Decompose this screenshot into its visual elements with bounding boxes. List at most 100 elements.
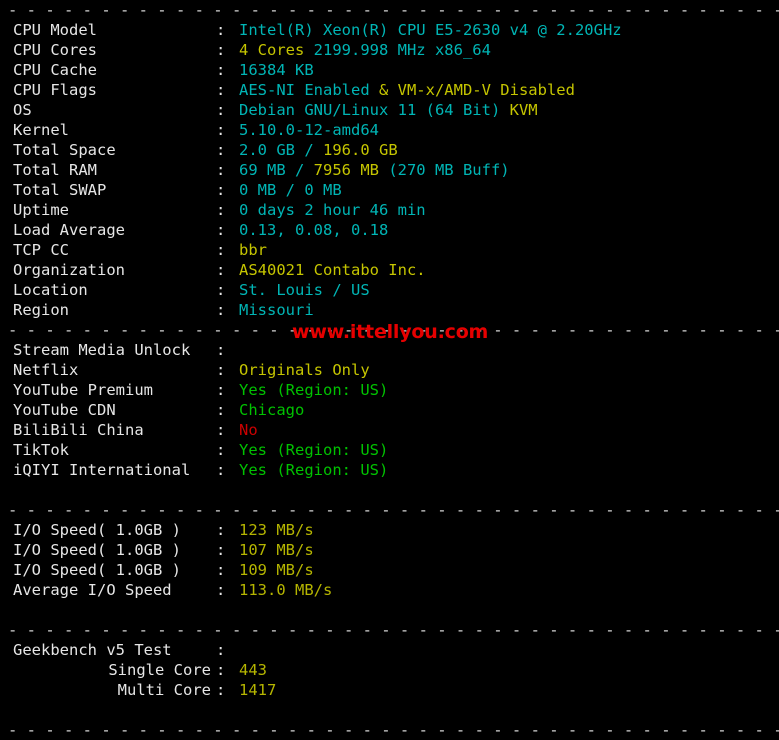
value-segment: Intel(R) Xeon(R) CPU E5-2630 v4 @ 2.20GH…: [239, 21, 622, 39]
info-row: Total Space:2.0 GB / 196.0 GB: [0, 140, 779, 160]
value-segment: & VM-x/AMD-V Disabled: [378, 81, 575, 99]
info-row: TikTok: Yes (Region: US): [0, 440, 779, 460]
info-row-value: [239, 340, 779, 360]
info-row-label: TCP CC: [13, 241, 69, 259]
info-row: Single Core:443: [0, 660, 779, 680]
info-row-label: Multi Core: [117, 681, 211, 699]
info-row-label: Kernel: [13, 121, 69, 139]
value-segment: 5.10.0-12-amd64: [239, 121, 379, 139]
value-segment: 69 MB /: [239, 161, 314, 179]
value-segment: No: [239, 421, 258, 439]
info-row-value: 1417: [239, 680, 779, 700]
separator-top: - - - - - - - - - - - - - - - - - - - - …: [8, 1, 779, 19]
separator-geekbench: - - - - - - - - - - - - - - - - - - - - …: [8, 621, 779, 639]
info-row-value: 2.0 GB / 196.0 GB: [239, 140, 779, 160]
info-row-value: Chicago: [239, 400, 779, 420]
info-row-colon: :: [216, 201, 226, 219]
value-segment: 196.0 GB: [323, 141, 398, 159]
info-row: Netflix: Originals Only: [0, 360, 779, 380]
value-segment: 123 MB/s: [239, 521, 314, 539]
value-segment: (270 MB Buff): [388, 161, 510, 179]
info-row-colon: :: [216, 361, 226, 379]
info-row-colon: :: [216, 441, 226, 459]
info-row: iQIYI International: Yes (Region: US): [0, 460, 779, 480]
info-row-colon: :: [216, 41, 226, 59]
value-segment: bbr: [239, 241, 267, 259]
info-row-value: Intel(R) Xeon(R) CPU E5-2630 v4 @ 2.20GH…: [239, 20, 779, 40]
info-row-label: I/O Speed( 1.0GB ): [13, 561, 181, 579]
info-row: CPU Flags: AES-NI Enabled & VM-x/AMD-V Di…: [0, 80, 779, 100]
info-row-value: 107 MB/s: [239, 540, 779, 560]
info-row-value: Yes (Region: US): [239, 380, 779, 400]
info-row-colon: :: [216, 141, 226, 159]
info-row: Load Average:0.13, 0.08, 0.18: [0, 220, 779, 240]
info-row-label: TikTok: [13, 441, 69, 459]
info-row-value: Yes (Region: US): [239, 460, 779, 480]
info-row-colon: :: [216, 521, 226, 539]
value-segment: 2.0 GB /: [239, 141, 323, 159]
info-row-colon: :: [216, 21, 226, 39]
info-row-colon: :: [216, 281, 226, 299]
info-row-label: CPU Cache: [13, 61, 97, 79]
separator-io-speed: - - - - - - - - - - - - - - - - - - - - …: [8, 501, 779, 519]
info-row-label: CPU Model: [13, 21, 97, 39]
value-segment: 0 days 2 hour 46 min: [239, 201, 426, 219]
value-segment: 443: [239, 661, 267, 679]
info-row: Location: St. Louis / US: [0, 280, 779, 300]
info-row-colon: :: [216, 301, 226, 319]
info-row: Stream Media Unlock:: [0, 340, 779, 360]
info-row-colon: :: [216, 81, 226, 99]
value-segment: 7956 MB: [313, 161, 389, 179]
info-row: Total SWAP:0 MB / 0 MB: [0, 180, 779, 200]
info-row-colon: :: [216, 421, 226, 439]
spacer-after-geekbench: [0, 700, 779, 720]
info-row: BiliBili China: No: [0, 420, 779, 440]
info-row-value: 5.10.0-12-amd64: [239, 120, 779, 140]
info-row-value: AES-NI Enabled & VM-x/AMD-V Disabled: [239, 80, 779, 100]
info-row-colon: :: [216, 241, 226, 259]
info-row-colon: :: [216, 221, 226, 239]
value-segment: 1417: [239, 681, 277, 699]
info-row-value: bbr: [239, 240, 779, 260]
info-row-value: AS40021 Contabo Inc.: [239, 260, 779, 280]
info-row-label: Region: [13, 301, 69, 319]
value-segment: 113.0 MB/s: [239, 581, 333, 599]
site-watermark: www.ittellyou.com: [292, 321, 489, 343]
info-row: I/O Speed( 1.0GB ):123 MB/s: [0, 520, 779, 540]
info-row-value: [239, 640, 779, 660]
value-segment: St. Louis / US: [239, 281, 370, 299]
info-row: Geekbench v5 Test:: [0, 640, 779, 660]
value-segment: Yes (Region: US): [239, 381, 389, 399]
info-row-label: Average I/O Speed: [13, 581, 172, 599]
geekbench-section: Geekbench v5 Test: Single Core:443 Multi C…: [0, 640, 779, 700]
info-row-label: iQIYI International: [13, 461, 191, 479]
info-row-colon: :: [216, 581, 226, 599]
info-row-label: CPU Flags: [13, 81, 97, 99]
info-row-colon: :: [216, 541, 226, 559]
info-row-label: Total RAM: [13, 161, 97, 179]
info-row-colon: :: [216, 341, 226, 359]
info-row-colon: :: [216, 261, 226, 279]
value-segment: AS40021 Contabo Inc.: [239, 261, 426, 279]
value-segment: 4 Cores: [239, 41, 314, 59]
info-row-value: St. Louis / US: [239, 280, 779, 300]
info-row-label: Total Space: [13, 141, 116, 159]
value-segment: Yes (Region: US): [239, 441, 389, 459]
info-row-label: I/O Speed( 1.0GB ): [13, 541, 181, 559]
info-row-label: Stream Media Unlock: [13, 341, 191, 359]
info-row: YouTube CDN: Chicago: [0, 400, 779, 420]
info-row-value: 4 Cores 2199.998 MHz x86_64: [239, 40, 779, 60]
info-row-colon: :: [216, 681, 226, 699]
info-row-colon: :: [216, 61, 226, 79]
value-segment: 107 MB/s: [239, 541, 314, 559]
info-row-colon: :: [216, 401, 226, 419]
value-segment: Chicago: [239, 401, 305, 419]
value-segment: Originals Only: [239, 361, 370, 379]
info-row: TCP CC: bbr: [0, 240, 779, 260]
info-row: Multi Core:1417: [0, 680, 779, 700]
info-row-value: Debian GNU/Linux 11 (64 Bit) KVM: [239, 100, 779, 120]
info-row-label: Total SWAP: [13, 181, 107, 199]
info-row: Total RAM:69 MB / 7956 MB (270 MB Buff): [0, 160, 779, 180]
info-row: CPU Cores:4 Cores 2199.998 MHz x86_64: [0, 40, 779, 60]
info-row-label: CPU Cores: [13, 41, 97, 59]
